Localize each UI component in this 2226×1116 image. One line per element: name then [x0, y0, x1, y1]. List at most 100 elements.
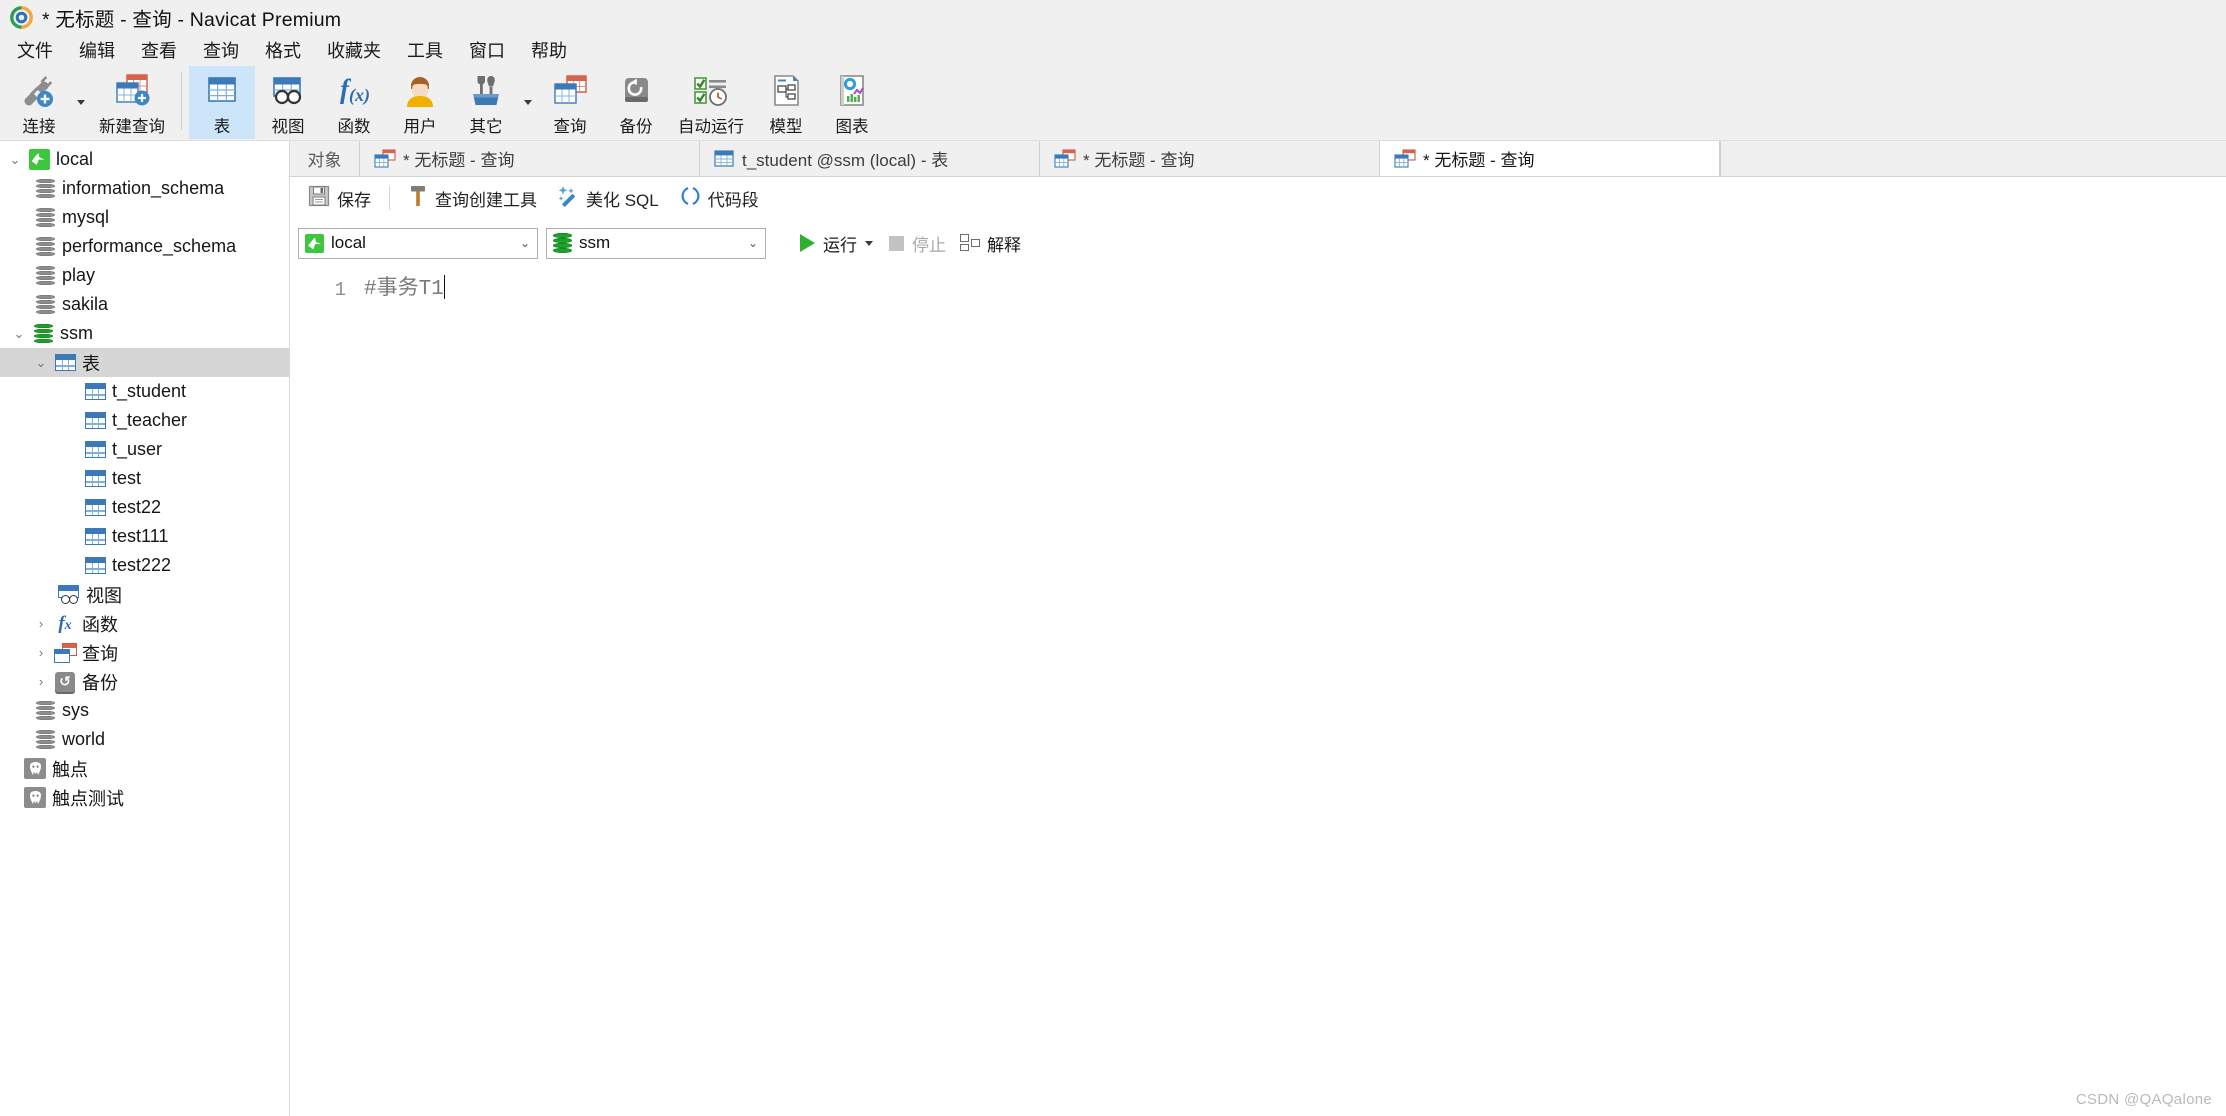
main-toolbar: 连接 新建查询 表 视图 f (x) 函数 用户 其它 查询 备份 自动运行 模… — [0, 66, 2226, 141]
menu-format[interactable]: 格式 — [252, 34, 314, 66]
tree-node-world[interactable]: world — [0, 725, 289, 754]
line-number: 1 — [334, 279, 346, 301]
table-icon — [714, 149, 735, 168]
menu-help[interactable]: 帮助 — [518, 34, 580, 66]
toolbar-button-view[interactable]: 视图 — [255, 66, 321, 139]
toolbar-button-new-query[interactable]: 新建查询 — [90, 66, 174, 139]
tree-node-test[interactable]: test — [0, 464, 289, 493]
other-dropdown-arrow[interactable] — [519, 66, 537, 139]
menu-view[interactable]: 查看 — [128, 34, 190, 66]
tab-t-student-table[interactable]: t_student @ssm (local) - 表 — [700, 141, 1040, 176]
query-builder-button[interactable]: 查询创建工具 — [398, 180, 547, 217]
tree-node-play[interactable]: play — [0, 261, 289, 290]
toolbar-label-query: 查询 — [553, 118, 587, 136]
toolbar-label-table: 表 — [213, 118, 231, 136]
tree-node-sakila[interactable]: sakila — [0, 290, 289, 319]
tab-untitled-query-1[interactable]: * 无标题 - 查询 — [360, 141, 700, 176]
tree-node-t-student[interactable]: t_student — [0, 377, 289, 406]
toolbar-button-user[interactable]: 用户 — [387, 66, 453, 139]
tree-node-t-teacher[interactable]: t_teacher — [0, 406, 289, 435]
tree-node-test222[interactable]: test222 — [0, 551, 289, 580]
tree-node-chudian[interactable]: 触点 — [0, 754, 289, 783]
connection-select[interactable]: local ⌄ — [298, 227, 538, 259]
query-icon — [374, 149, 396, 168]
tree-node-test22[interactable]: test22 — [0, 493, 289, 522]
menu-tools[interactable]: 工具 — [394, 34, 456, 66]
beautify-sql-button[interactable]: 美化 SQL — [547, 181, 669, 216]
toolbar-button-chart[interactable]: 图表 — [819, 66, 885, 139]
run-label: 运行 — [823, 235, 857, 255]
tree-node-local[interactable]: ⌄ local — [0, 145, 289, 174]
tab-untitled-query-2[interactable]: * 无标题 - 查询 — [1040, 141, 1380, 176]
main-body: ⌄ local information_schema mysql perform… — [0, 141, 2226, 1116]
menu-file[interactable]: 文件 — [4, 34, 66, 66]
run-button[interactable]: 运行 — [796, 228, 863, 259]
database-active-icon — [553, 233, 572, 253]
code-area[interactable]: #事务T1 — [358, 267, 2226, 1116]
title-bar: * 无标题 - 查询 - Navicat Premium — [0, 0, 2226, 34]
database-icon — [32, 178, 58, 199]
tree-node-backups-folder[interactable]: › ↺ 备份 — [0, 667, 289, 696]
tree-node-sys[interactable]: sys — [0, 696, 289, 725]
toolbar-button-connection[interactable]: 连接 — [6, 66, 72, 139]
table-icon — [82, 412, 108, 429]
twisty-open-icon[interactable]: ⌄ — [4, 152, 26, 168]
database-select[interactable]: ssm ⌄ — [546, 227, 766, 259]
tree-node-test111[interactable]: test111 — [0, 522, 289, 551]
tree-node-label: 视图 — [86, 585, 122, 606]
tree-node-label: local — [56, 149, 94, 169]
connection-bar: local ⌄ ssm ⌄ 运行 停止 解释 — [290, 219, 2226, 267]
postgres-connection-icon — [22, 758, 48, 779]
tree-node-ssm[interactable]: ⌄ ssm — [0, 319, 289, 348]
code-snippet-button[interactable]: 代码段 — [669, 181, 769, 216]
toolbar-button-function[interactable]: f (x) 函数 — [321, 66, 387, 139]
menu-favorites[interactable]: 收藏夹 — [314, 34, 394, 66]
connection-plug-add-icon — [19, 70, 59, 110]
mysql-connection-icon — [26, 149, 52, 170]
tree-node-information-schema[interactable]: information_schema — [0, 174, 289, 203]
sql-editor[interactable]: 1 #事务T1 CSDN @QAQalone — [290, 267, 2226, 1116]
menu-query[interactable]: 查询 — [190, 34, 252, 66]
tab-untitled-query-3-active[interactable]: * 无标题 - 查询 — [1380, 141, 1720, 176]
toolbar-button-other[interactable]: 其它 — [453, 66, 519, 139]
toolbar-button-query[interactable]: 查询 — [537, 66, 603, 139]
tree-node-views-folder[interactable]: 视图 — [0, 580, 289, 609]
tree-node-performance-schema[interactable]: performance_schema — [0, 232, 289, 261]
tree-node-mysql[interactable]: mysql — [0, 203, 289, 232]
twisty-closed-icon[interactable]: › — [30, 645, 52, 660]
connection-tree-sidebar[interactable]: ⌄ local information_schema mysql perform… — [0, 141, 290, 1116]
toolbar-button-model[interactable]: 模型 — [753, 66, 819, 139]
twisty-open-icon[interactable]: ⌄ — [8, 326, 30, 342]
tree-node-label: 备份 — [82, 672, 118, 693]
toolbar-button-automation[interactable]: 自动运行 — [669, 66, 753, 139]
twisty-open-icon[interactable]: ⌄ — [30, 355, 52, 371]
chevron-down-icon[interactable]: ⌄ — [517, 236, 533, 250]
tree-node-queries-folder[interactable]: › 查询 — [0, 638, 289, 667]
tree-node-tables-folder[interactable]: ⌄ 表 — [0, 348, 289, 377]
tab-objects[interactable]: 对象 — [290, 141, 360, 176]
menu-edit[interactable]: 编辑 — [66, 34, 128, 66]
tree-node-functions-folder[interactable]: › fx 函数 — [0, 609, 289, 638]
chevron-down-icon[interactable]: ⌄ — [745, 236, 761, 250]
toolbar-button-table[interactable]: 表 — [189, 66, 255, 139]
toolbar-button-backup[interactable]: 备份 — [603, 66, 669, 139]
twisty-closed-icon[interactable]: › — [30, 674, 52, 689]
editor-tab-bar: 对象 * 无标题 - 查询 t_student @ssm (local) - 表… — [290, 141, 2226, 177]
connection-select-value: local — [331, 233, 366, 252]
code-line[interactable]: #事务T1 — [364, 275, 2226, 305]
code-snippet-label: 代码段 — [707, 190, 759, 210]
run-dropdown-arrow[interactable] — [863, 240, 881, 246]
function-fx-icon: fx — [58, 613, 72, 634]
twisty-closed-icon[interactable]: › — [30, 616, 52, 631]
tree-node-t-user[interactable]: t_user — [0, 435, 289, 464]
stop-icon — [889, 235, 904, 251]
new-query-table-add-icon — [110, 70, 154, 110]
query-icon — [1054, 149, 1076, 168]
tree-node-label: 函数 — [82, 614, 118, 635]
tree-node-chudian-test[interactable]: 触点测试 — [0, 783, 289, 812]
connection-dropdown-arrow[interactable] — [72, 66, 90, 139]
view-icon — [56, 585, 82, 604]
save-button[interactable]: 保存 — [298, 181, 381, 216]
explain-button[interactable]: 解释 — [954, 228, 1027, 259]
menu-window[interactable]: 窗口 — [456, 34, 518, 66]
